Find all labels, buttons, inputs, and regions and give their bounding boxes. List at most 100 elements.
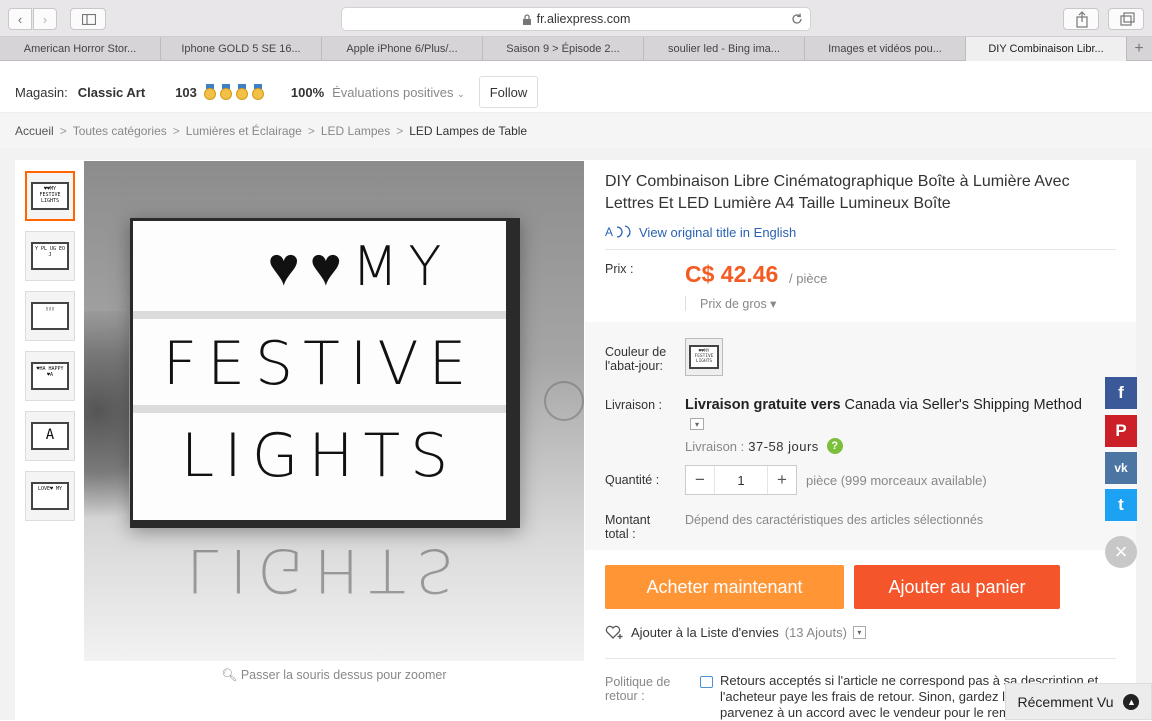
price-label: Prix : [605, 262, 634, 276]
recently-viewed-button[interactable]: Récemment Vu ▲ [1005, 683, 1152, 720]
browser-tab-active[interactable]: DIY Combinaison Libr... [966, 37, 1127, 61]
vk-share-button[interactable]: vk [1105, 452, 1137, 484]
browser-tab[interactable]: soulier led - Bing ima... [644, 37, 805, 61]
quantity-input[interactable]: 1 [714, 466, 768, 494]
sidebar-toggle-button[interactable] [70, 8, 106, 30]
browser-tab[interactable]: Apple iPhone 6/Plus/... [322, 37, 483, 61]
chevron-right-icon: › [42, 11, 48, 27]
price-value: C$ 42.46 [685, 261, 779, 287]
browser-tab[interactable]: Saison 9 > Épisode 2... [483, 37, 644, 61]
new-tab-button[interactable]: + [1127, 37, 1151, 60]
browser-tab[interactable]: Images et vidéos pou... [805, 37, 966, 61]
quantity-stepper: − 1 + [685, 465, 797, 495]
breadcrumb-separator: > [59, 123, 67, 138]
wholesale-price-dropdown[interactable]: Prix de gros ▾ [685, 296, 776, 311]
thumbnail[interactable]: LOVE♥ MY [25, 471, 75, 521]
color-label: Couleur de l'abat-jour: [605, 345, 667, 373]
browser-tab[interactable]: American Horror Stor... [0, 37, 161, 61]
follow-button[interactable]: Follow [478, 76, 539, 108]
thumbnail-list: ♥♥MY FESTIVE LIGHTS Y PL UG EO J ▯▯▯ ♥HA… [25, 171, 75, 531]
show-tabs-button[interactable] [1108, 8, 1144, 30]
lightbox-line: ♥♥MY [267, 235, 452, 298]
svg-text:A: A [605, 225, 613, 239]
letter-rail [133, 311, 506, 319]
recently-viewed-label: Récemment Vu [1017, 693, 1114, 710]
color-option-selected[interactable]: ♥♥MY FESTIVE LIGHTS [685, 338, 723, 376]
thumbnail-text: ♥HA HAPPY ♥A [31, 362, 69, 390]
reflection-text: LIGHTS [186, 541, 464, 605]
delivery-time: Livraison : 37-58 jours ? [685, 438, 843, 454]
thumbnail[interactable]: ♥HA HAPPY ♥A [25, 351, 75, 401]
twitter-share-button[interactable]: t [1105, 489, 1137, 521]
reload-icon[interactable] [790, 12, 804, 26]
shipping-destination-text: Canada via Seller's Shipping Method [840, 397, 1082, 413]
medal-icon [235, 84, 249, 100]
lightbox: ♥♥MY FESTIVE LIGHTS [130, 218, 520, 528]
breadcrumb-item[interactable]: Toutes catégories [73, 124, 167, 138]
tabs-icon [1120, 12, 1135, 26]
store-label: Magasin: [15, 84, 68, 100]
address-bar[interactable]: fr.aliexpress.com [341, 7, 811, 31]
facebook-share-button[interactable]: f [1105, 377, 1137, 409]
tab-bar: American Horror Stor... Iphone GOLD 5 SE… [0, 37, 1152, 61]
vk-icon: vk [1114, 461, 1128, 475]
heart-plus-icon [605, 625, 623, 639]
url-text: fr.aliexpress.com [536, 12, 631, 26]
thumbnail[interactable]: ▯▯▯ [25, 291, 75, 341]
thumbnail-text: LOVE♥ MY [31, 482, 69, 510]
help-icon[interactable]: ? [826, 438, 843, 454]
store-medals [203, 84, 265, 100]
shipping-dropdown-toggle[interactable]: ▾ [690, 418, 704, 430]
quantity-label: Quantité : [605, 473, 660, 487]
total-label: Montant total : [605, 513, 651, 541]
divider [605, 658, 1116, 659]
background-plant [84, 311, 129, 561]
thumbnail-text: Y PL UG EO J [31, 242, 69, 270]
delivery-days: 37-58 jours [748, 438, 819, 454]
zoom-hint: 🔍︎ Passer la souris dessus pour zoomer [84, 668, 584, 683]
letter-rail [133, 405, 506, 413]
shipping-label: Livraison : [605, 398, 662, 412]
wishlist-count: (13 Ajouts) [784, 624, 847, 640]
add-to-wishlist-link[interactable]: Ajouter à la Liste d'envies (13 Ajouts) … [605, 624, 866, 640]
close-social-button[interactable]: × [1105, 536, 1137, 568]
add-to-cart-button[interactable]: Ajouter au panier [854, 565, 1060, 609]
pinterest-icon: P [1115, 421, 1127, 440]
quantity-decrease-button[interactable]: − [686, 466, 714, 494]
thumbnail[interactable]: A [25, 411, 75, 461]
store-bar: Magasin: Classic Art 103 100% Évaluation… [0, 72, 1152, 112]
back-button[interactable]: ‹ [8, 8, 32, 30]
shipping-method[interactable]: Livraison gratuite vers Canada via Selle… [685, 397, 1082, 413]
chevron-down-icon: ⌄ [457, 88, 465, 99]
sidebar-icon [82, 14, 96, 25]
positive-feedback-dropdown[interactable]: Évaluations positives ⌄ [332, 85, 465, 100]
view-original-title-text: View original title in English [639, 224, 797, 240]
chevron-down-icon[interactable]: ▾ [852, 625, 866, 639]
breadcrumb-item-current[interactable]: LED Lampes de Table [409, 124, 527, 138]
breadcrumb-item[interactable]: LED Lampes [321, 124, 390, 138]
search-icon: 🔍︎ [221, 668, 238, 682]
return-policy-label: Politique de retour : [605, 675, 671, 703]
breadcrumb-separator: > [307, 123, 315, 138]
medal-icon [219, 84, 233, 100]
store-name[interactable]: Classic Art [78, 85, 145, 100]
quantity-available: pièce (999 morceaux available) [806, 473, 987, 488]
price-unit: / pièce [789, 271, 828, 286]
browser-tab[interactable]: Iphone GOLD 5 SE 16... [161, 37, 322, 61]
thumbnail[interactable]: Y PL UG EO J [25, 231, 75, 281]
breadcrumb-item[interactable]: Lumières et Éclairage [186, 124, 302, 138]
breadcrumb-separator: > [396, 123, 404, 138]
share-button[interactable] [1063, 8, 1099, 30]
main-product-image[interactable]: ♥♥MY FESTIVE LIGHTS LIGHTS [84, 161, 584, 661]
thumbnail[interactable]: ♥♥MY FESTIVE LIGHTS [25, 171, 75, 221]
share-icon [1076, 11, 1088, 28]
breadcrumb-item[interactable]: Accueil [15, 124, 54, 138]
quantity-increase-button[interactable]: + [768, 466, 796, 494]
twitter-icon: t [1118, 495, 1124, 514]
forward-button[interactable]: › [33, 8, 57, 30]
view-original-title-link[interactable]: A View original title in English [605, 224, 796, 240]
thumbnail-text: A [31, 422, 69, 450]
close-icon: × [1114, 539, 1128, 564]
pinterest-share-button[interactable]: P [1105, 415, 1137, 447]
buy-now-button[interactable]: Acheter maintenant [605, 565, 844, 609]
